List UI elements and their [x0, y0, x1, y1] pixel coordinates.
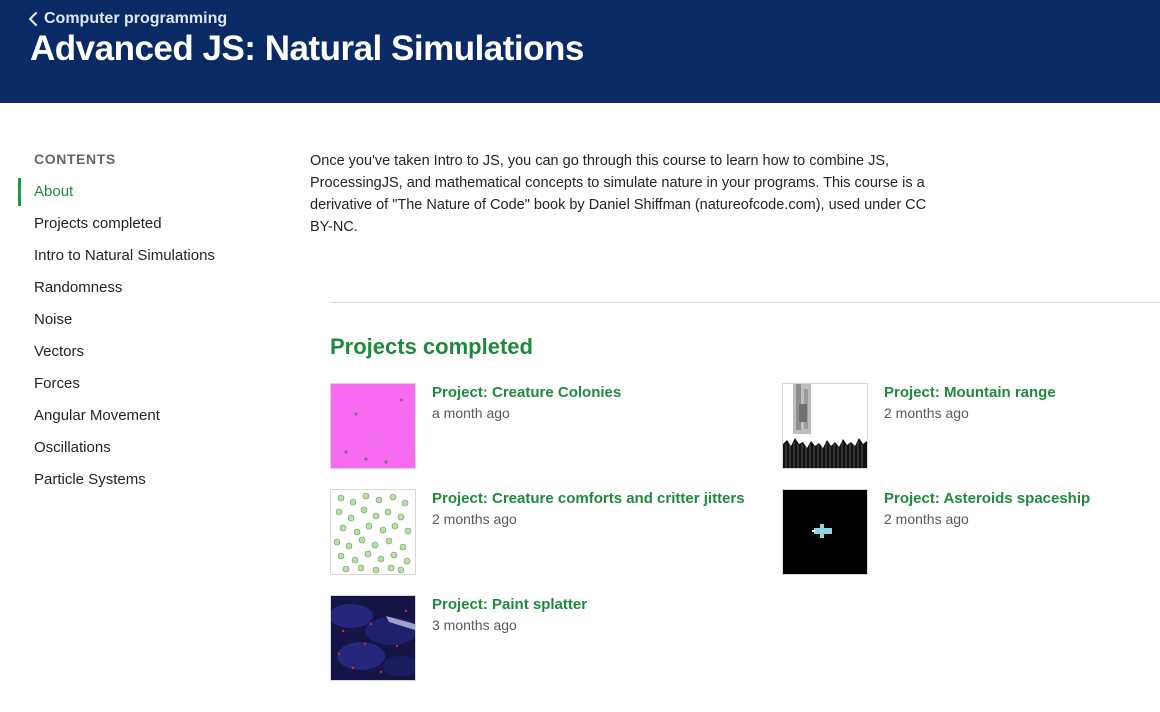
- project-date: a month ago: [432, 405, 510, 421]
- project-card: Project: Creature Colonies a month ago: [330, 383, 621, 469]
- project-thumbnail[interactable]: [330, 489, 416, 575]
- sidebar-item-projects-completed[interactable]: Projects completed: [0, 208, 215, 240]
- about-description: Once you've taken Intro to JS, you can g…: [310, 153, 927, 235]
- project-title-paint-splatter[interactable]: Project: Paint splatter: [432, 596, 587, 613]
- sidebar-item-intro-to-natural-simulations[interactable]: Intro to Natural Simulations: [0, 240, 215, 272]
- project-date: 2 months ago: [432, 511, 517, 527]
- project-title-creature-colonies[interactable]: Project: Creature Colonies: [432, 384, 621, 401]
- section-divider: [330, 302, 1160, 303]
- sidebar-nav: About Projects completed Intro to Natura…: [0, 176, 215, 496]
- sidebar-item-about[interactable]: About: [0, 176, 215, 208]
- project-title-asteroids-spaceship[interactable]: Project: Asteroids spaceship: [884, 490, 1090, 507]
- project-date: 3 months ago: [432, 617, 517, 633]
- chevron-left-icon: [28, 12, 38, 26]
- project-card: Project: Paint splatter 3 months ago: [330, 595, 587, 681]
- sidebar-item-particle-systems[interactable]: Particle Systems: [0, 464, 215, 496]
- project-thumbnail[interactable]: [782, 489, 868, 575]
- page-header: Computer programming Advanced JS: Natura…: [0, 0, 1160, 103]
- project-title-mountain-range[interactable]: Project: Mountain range: [884, 384, 1056, 401]
- page-title: Advanced JS: Natural Simulations: [30, 29, 584, 68]
- projects-heading: Projects completed: [330, 334, 533, 359]
- sidebar-item-forces[interactable]: Forces: [0, 368, 215, 400]
- project-card: Project: Creature comforts and critter j…: [330, 489, 745, 575]
- project-card: Project: Mountain range 2 months ago: [782, 383, 1056, 469]
- sidebar-item-noise[interactable]: Noise: [0, 304, 215, 336]
- project-thumbnail[interactable]: [330, 595, 416, 681]
- project-title-creature-comforts[interactable]: Project: Creature comforts and critter j…: [432, 490, 745, 507]
- project-thumbnail[interactable]: [782, 383, 868, 469]
- project-thumbnail[interactable]: [330, 383, 416, 469]
- back-link-label: Computer programming: [44, 10, 228, 27]
- sidebar-item-oscillations[interactable]: Oscillations: [0, 432, 215, 464]
- project-card: Project: Asteroids spaceship 2 months ag…: [782, 489, 1090, 575]
- sidebar-item-vectors[interactable]: Vectors: [0, 336, 215, 368]
- back-link[interactable]: Computer programming: [28, 10, 227, 28]
- sidebar-item-angular-movement[interactable]: Angular Movement: [0, 400, 215, 432]
- project-date: 2 months ago: [884, 405, 969, 421]
- contents-heading: CONTENTS: [34, 151, 116, 167]
- project-date: 2 months ago: [884, 511, 969, 527]
- sidebar-item-randomness[interactable]: Randomness: [0, 272, 215, 304]
